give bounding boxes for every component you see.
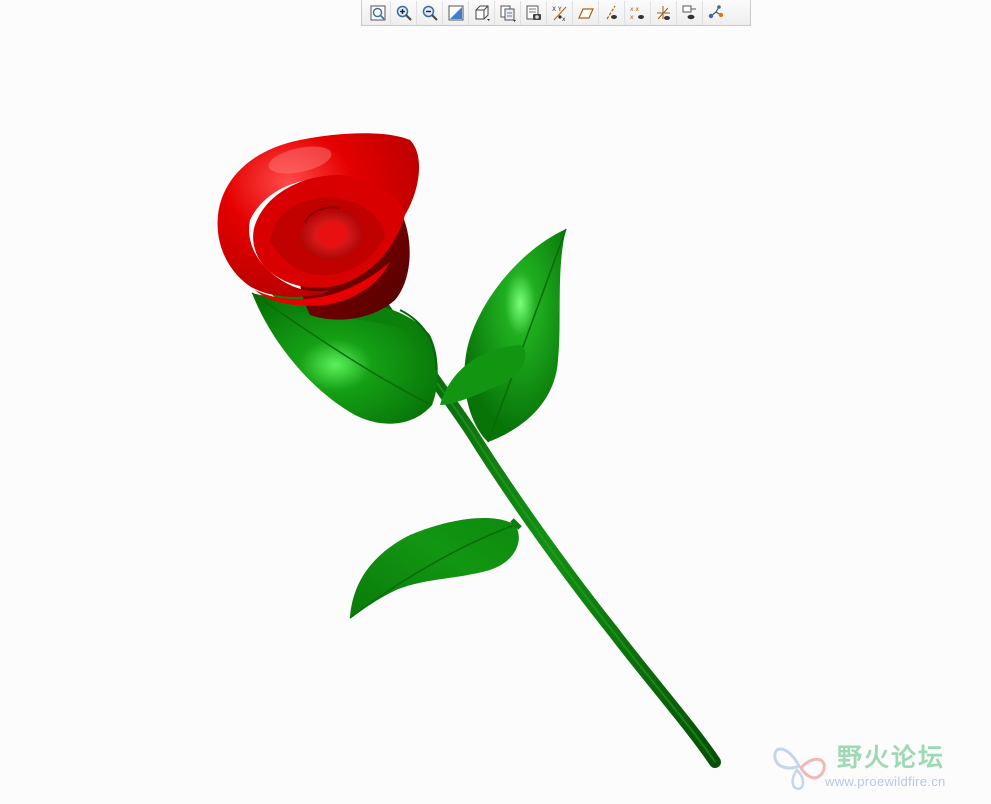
- forum-watermark: 野火论坛 www.proewildfire.cn: [771, 736, 981, 798]
- watermark-title: 野火论坛: [837, 743, 946, 772]
- rose-model[interactable]: [0, 0, 991, 804]
- upper-right-leaf: [464, 229, 566, 442]
- model-viewport[interactable]: X Y x x x x 野火论坛 www.proewildfire.cn: [0, 0, 991, 804]
- rose-bloom: [217, 133, 420, 320]
- butterfly-logo-icon: [773, 747, 826, 791]
- watermark-url: www.proewildfire.cn: [825, 774, 946, 789]
